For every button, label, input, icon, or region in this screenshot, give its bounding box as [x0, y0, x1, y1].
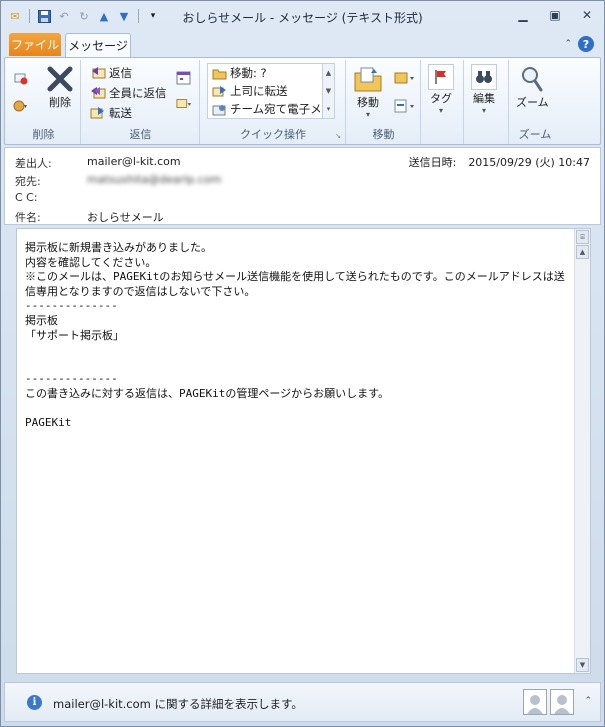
rules-icon[interactable] — [393, 70, 417, 86]
cc-label: C C: — [15, 191, 38, 204]
edit-dropdown-icon: ▾ — [481, 106, 486, 115]
quick-step-team-email[interactable]: チーム宛て電子メ... — [208, 100, 334, 118]
delete-group-label: 削除 — [32, 128, 55, 141]
move-button[interactable]: 移動 ▾ — [353, 64, 383, 119]
reply-button[interactable]: 返信 — [90, 64, 132, 82]
tags-button[interactable]: タグ ▾ — [428, 64, 454, 115]
delete-group: 削除 削除 — [7, 60, 81, 144]
to-label: 宛先: — [15, 175, 41, 188]
info-icon: i — [27, 695, 42, 710]
move-group-label: 移動 — [372, 128, 395, 141]
to-row: 宛先: matsushita@dearlp.com — [15, 173, 221, 189]
reply-icon — [90, 65, 106, 81]
sent-value: 2015/09/29 (火) 10:47 — [468, 156, 590, 169]
delete-label: 削除 — [49, 96, 71, 109]
reply-group-label: 返信 — [129, 128, 152, 141]
flag-icon — [428, 64, 454, 90]
move-folder-icon — [353, 64, 383, 94]
from-value[interactable]: mailer@l-kit.com — [87, 155, 181, 171]
tags-dropdown-icon: ▾ — [438, 106, 443, 115]
move-group: 移動 ▾ 移動 — [347, 60, 421, 144]
reply-group: 返信 全員に返信 転送 返信 — [82, 60, 200, 144]
quick-steps-scroll[interactable]: ▲ ▼ ▾ — [322, 64, 334, 118]
scroll-up-icon[interactable]: ▲ — [326, 69, 331, 77]
ribbon: 削除 削除 返信 全員に返信 転送 返信 移動: ? 上司に転送 チーム宛て電子… — [4, 57, 601, 145]
magnifier-icon — [517, 64, 547, 94]
message-body-text[interactable]: 掲示板に新規書き込みがありました。 内容を確認してください。 ※このメールは、P… — [25, 241, 571, 431]
message-header: 差出人: mailer@l-kit.com 送信日時: 2015/09/29 (… — [4, 147, 601, 225]
scroll-split-icon[interactable]: ⌸ — [576, 230, 589, 244]
help-icon[interactable]: ? — [578, 36, 594, 52]
team-mail-icon — [211, 101, 227, 117]
meeting-icon[interactable] — [176, 70, 192, 86]
subject-value: おしらせメール — [87, 211, 164, 224]
sender-avatar[interactable] — [523, 689, 547, 715]
subject-row: 件名: おしらせメール — [15, 209, 164, 225]
tab-file[interactable]: ファイル — [9, 33, 61, 56]
sent-row: 送信日時: 2015/09/29 (火) 10:47 — [409, 154, 590, 170]
cleanup-icon[interactable] — [13, 98, 29, 114]
ribbon-tabs: ファイル メッセージ ⌃ ? — [1, 33, 604, 57]
quick-steps-list: 移動: ? 上司に転送 チーム宛て電子メ... ▲ ▼ ▾ — [207, 63, 335, 119]
tags-group: タグ ▾ — [422, 60, 464, 144]
move-dropdown-icon: ▾ — [365, 110, 370, 119]
outlook-message-window: ✉ ↶ ↻ ▲ ▼ ▾ おしらせメール - メッセージ (テキスト形式) ▁ ▣… — [0, 0, 605, 727]
edit-group: 編集 ▾ — [465, 60, 509, 144]
quick-step-forward-boss[interactable]: 上司に転送 — [208, 82, 334, 100]
quick-step-move[interactable]: 移動: ? — [208, 64, 334, 82]
quick-steps-label: クイック操作 — [240, 128, 306, 141]
forward-icon — [90, 105, 106, 121]
delete-button[interactable]: 削除 — [45, 64, 75, 110]
folder-move-icon — [211, 65, 227, 81]
sent-label: 送信日時: — [408, 156, 457, 169]
message-body[interactable]: 掲示板に新規書き込みがありました。 内容を確認してください。 ※このメールは、P… — [16, 228, 591, 674]
ignore-icon[interactable] — [13, 70, 29, 86]
zoom-button[interactable]: ズーム — [516, 64, 549, 110]
reply-all-icon — [90, 85, 106, 101]
binoculars-icon — [471, 64, 497, 90]
edit-button[interactable]: 編集 ▾ — [471, 64, 497, 115]
forward-mail-icon — [211, 83, 227, 99]
more-respond-icon[interactable] — [176, 96, 192, 112]
scroll-down-icon[interactable]: ▼ — [326, 87, 331, 95]
zoom-group: ズーム ズーム — [510, 60, 560, 144]
scroll-up-arrow-icon[interactable]: ▲ — [576, 245, 589, 259]
quick-steps-group: 移動: ? 上司に転送 チーム宛て電子メ... ▲ ▼ ▾ クイック操作 ↘ — [201, 60, 346, 144]
recipient-avatar[interactable] — [550, 689, 574, 715]
title-bar: ✉ ↶ ↻ ▲ ▼ ▾ おしらせメール - メッセージ (テキスト形式) ▁ ▣… — [1, 1, 604, 31]
zoom-group-label: ズーム — [518, 128, 552, 141]
close-icon[interactable]: ✕ — [578, 7, 596, 23]
maximize-icon[interactable]: ▣ — [546, 7, 564, 23]
expand-people-pane-icon[interactable]: ⌃ — [584, 696, 592, 706]
to-value[interactable]: matsushita@dearlp.com — [87, 173, 221, 189]
minimize-ribbon-icon[interactable]: ⌃ — [564, 39, 572, 49]
scroll-down-arrow-icon[interactable]: ▼ — [576, 658, 589, 672]
cc-row: C C: — [15, 191, 87, 207]
people-pane-text[interactable]: mailer@l-kit.com に関する詳細を表示します。 — [53, 696, 303, 712]
forward-button[interactable]: 転送 — [90, 104, 132, 122]
expand-icon[interactable]: ▾ — [327, 105, 331, 113]
dialog-launcher-icon[interactable]: ↘ — [335, 132, 341, 140]
window-controls: ▁ ▣ ✕ — [514, 7, 596, 23]
people-pane: i mailer@l-kit.com に関する詳細を表示します。 ⌃ — [4, 682, 601, 722]
reply-all-button[interactable]: 全員に返信 — [90, 84, 167, 102]
tab-message[interactable]: メッセージ — [65, 33, 131, 57]
minimize-icon[interactable]: ▁ — [514, 7, 532, 23]
from-label: 差出人: — [15, 157, 52, 170]
actions-icon[interactable] — [393, 98, 417, 114]
delete-x-icon — [45, 64, 75, 94]
subject-label: 件名: — [15, 211, 41, 224]
vertical-scrollbar[interactable]: ⌸ ▲ ▼ — [574, 229, 590, 673]
from-row: 差出人: mailer@l-kit.com — [15, 155, 181, 171]
